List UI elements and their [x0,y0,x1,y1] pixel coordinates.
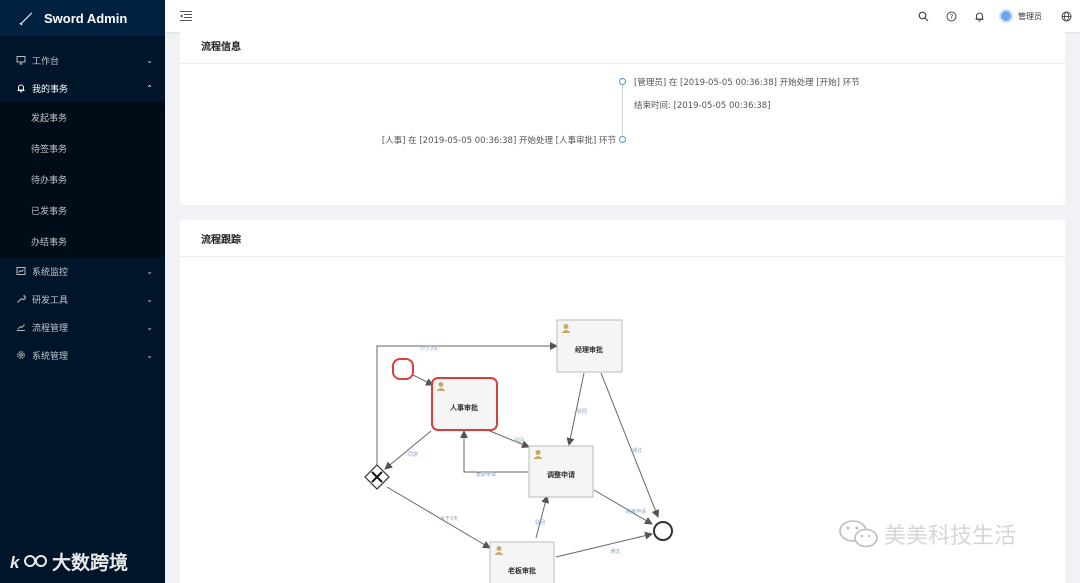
submenu-item-initiate[interactable]: 发起事务 [0,102,165,133]
sidebar-item-flow-manage[interactable]: 流程管理 ⌄ [0,313,165,341]
edge-label-pass2: 通过 [610,548,620,555]
user-name: 管理员 [1018,11,1042,21]
sidebar-item-label: 流程管理 [32,323,69,334]
app-title: Sword Admin [44,10,128,26]
timeline-dot [619,78,626,85]
sidebar-item-label: 研发工具 [32,295,69,306]
node-hr-label: 人事审批 [450,403,478,412]
logo-area[interactable]: Sword Admin [0,0,165,36]
bell-icon [16,83,26,93]
search-icon [918,11,928,21]
edge-label-reject2: 驳回 [577,408,587,415]
timeline-entry-2: [人事] 在 [2019-05-05 00:36:38] 开始处理 [人事审批]… [381,136,616,146]
edge-label-end-apply: 结束申请 [626,508,646,515]
brand-logo-icon: k [10,553,47,572]
submenu-item-todo[interactable]: 待办事务 [0,164,165,195]
sword-logo-icon [19,12,32,26]
edge-label-gt3days: 大于3天 [440,515,458,522]
edge-label-reject1: 驳回 [514,437,524,444]
edge-label-lt3days: 小于3天 [420,345,438,352]
edge-label-reject3: 驳回 [535,519,545,526]
node-boss-approval[interactable]: 老板审批 [489,541,555,583]
node-adjust-application[interactable]: 调整申请 [528,445,594,498]
watermark-right-text: 美美科技生活 [884,524,1017,549]
sidebar-menu: 工作台 ⌄ 我的事务 ⌃ 发起事务 待签事务 待办事务 已发事务 办结事务 系统… [0,46,165,369]
menu-fold-icon[interactable] [179,9,193,23]
flow-info-title: 流程信息 [180,28,1065,64]
user-menu[interactable]: 管理员 [993,9,1052,23]
sidebar-item-monitor[interactable]: 系统监控 ⌄ [0,257,165,285]
gear-icon [16,350,26,360]
avatar [999,9,1013,23]
sidebar-item-system[interactable]: 系统管理 ⌄ [0,341,165,369]
sidebar: Sword Admin 工作台 ⌄ 我的事务 ⌃ 发起事务 待签事务 待办事务 … [0,0,165,583]
chevron-up-icon: ⌃ [146,83,153,93]
node-hr-approval[interactable]: 人事审批 [431,377,498,431]
node-adjust-label: 调整申请 [547,470,575,479]
node-boss-label: 老板审批 [507,566,536,575]
monitor-icon [16,55,26,65]
chart-line-icon [16,322,26,332]
globe-icon [1061,11,1071,21]
submenu-my-affairs: 发起事务 待签事务 待办事务 已发事务 办结事务 [0,102,165,257]
watermark-right: 美美科技生活 [838,518,1016,550]
help-icon: ? [946,11,956,21]
submenu-item-done[interactable]: 办结事务 [0,226,165,257]
timeline-line [622,80,623,140]
chevron-down-icon: ⌄ [146,350,153,360]
node-manager-approval[interactable]: 经理审批 [556,319,623,373]
sidebar-item-my-affairs[interactable]: 我的事务 ⌃ [0,74,165,102]
edge-label-resubmit: 重新申请 [476,471,496,478]
start-event[interactable] [392,358,414,380]
chevron-down-icon: ⌄ [146,55,153,65]
bell-icon [975,12,983,21]
watermark-left-text: 大数跨境 [52,552,129,574]
submenu-item-to-sign[interactable]: 待签事务 [0,133,165,164]
submenu-item-sent[interactable]: 已发事务 [0,195,165,226]
chevron-down-icon: ⌄ [146,322,153,332]
edge-label-agree: 同意 [408,451,418,458]
sidebar-item-label: 系统监控 [32,267,69,278]
sidebar-item-workbench[interactable]: 工作台 ⌄ [0,46,165,74]
end-event[interactable] [653,521,673,541]
tool-icon [16,294,26,304]
flow-info-card: 流程信息 [管理员] 在 [2019-05-05 00:36:38] 开始处理 … [180,28,1065,205]
wechat-icon [839,520,878,548]
flow-edges [376,342,660,558]
timeline-dot [619,136,626,143]
flow-trace-card: 流程跟踪 经理审批 人事审批 调整申请 老板审批 小于3天 同意 驳回 重新申请… [180,220,1065,583]
sidebar-item-dev-tools[interactable]: 研发工具 ⌄ [0,285,165,313]
sidebar-item-label: 系统管理 [32,351,69,362]
timeline-entry-1-end: 结束时间: [2019-05-05 00:36:38] [634,101,771,111]
sidebar-item-label: 我的事务 [32,84,69,95]
edge-label-pass1: 通过 [632,447,642,454]
node-manager-label: 经理审批 [575,345,603,354]
dashboard-icon [16,266,26,276]
watermark-left: k 大数跨境 [10,548,128,575]
svg-text:?: ? [949,13,953,21]
timeline-entry-1: [管理员] 在 [2019-05-05 00:36:38] 开始处理 [开始] … [634,78,860,88]
chevron-down-icon: ⌄ [146,266,153,276]
chevron-down-icon: ⌄ [146,294,153,304]
svg-text:k: k [10,553,21,572]
sidebar-item-label: 工作台 [32,56,60,67]
